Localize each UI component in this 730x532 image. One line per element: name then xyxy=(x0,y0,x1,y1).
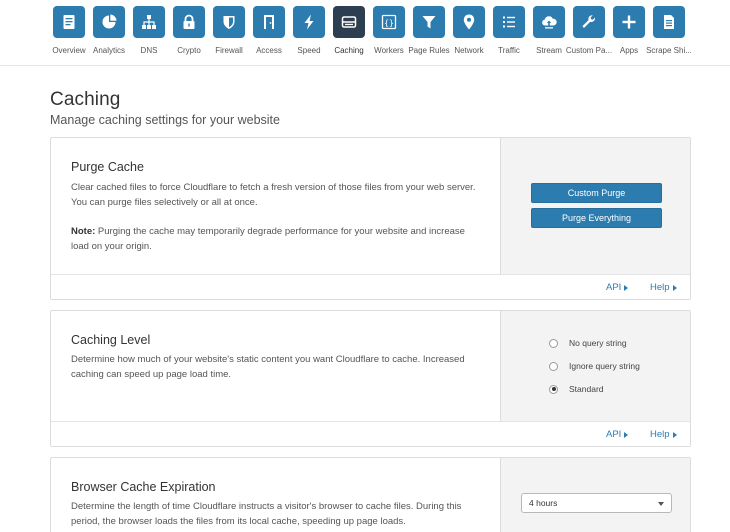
caching-level-description: Determine how much of your website's sta… xyxy=(71,354,465,380)
door-icon xyxy=(253,6,285,38)
purge-cache-footer: API Help xyxy=(51,274,690,299)
location-pin-icon xyxy=(453,6,485,38)
help-link-label: Help xyxy=(650,429,670,440)
nav-item-scrape-shield[interactable]: Scrape Shi... xyxy=(646,6,692,55)
purge-cache-actions: Custom Purge Purge Everything xyxy=(500,138,690,275)
caching-level-footer: API Help xyxy=(51,421,690,446)
chevron-down-icon xyxy=(658,502,664,506)
radio-label: Ignore query string xyxy=(569,361,640,371)
radio-label: No query string xyxy=(569,338,627,348)
select-value: 4 hours xyxy=(529,498,558,508)
help-link[interactable]: Help xyxy=(650,429,677,440)
browser-cache-card: Browser Cache Expiration Determine the l… xyxy=(50,457,691,532)
purge-everything-button[interactable]: Purge Everything xyxy=(531,208,662,228)
lock-icon xyxy=(173,6,205,38)
code-braces-icon: {} xyxy=(373,6,405,38)
api-link[interactable]: API xyxy=(606,429,629,440)
cloud-upload-icon xyxy=(533,6,565,38)
caret-right-icon xyxy=(624,431,629,438)
svg-text:{}: {} xyxy=(384,18,394,27)
shield-icon xyxy=(213,6,245,38)
radio-standard[interactable]: Standard xyxy=(549,384,604,394)
caret-right-icon xyxy=(672,284,677,291)
radio-button-checked[interactable] xyxy=(549,384,558,394)
caching-level-content: Caching Level Determine how much of your… xyxy=(51,311,500,422)
purge-cache-description: Clear cached files to force Cloudflare t… xyxy=(71,182,476,208)
api-link[interactable]: API xyxy=(606,282,629,293)
browser-cache-content: Browser Cache Expiration Determine the l… xyxy=(51,458,500,532)
page-subtitle: Manage caching settings for your website xyxy=(50,113,280,127)
radio-button[interactable] xyxy=(549,338,558,348)
browser-cache-title: Browser Cache Expiration xyxy=(71,480,216,494)
api-link-label: API xyxy=(606,282,622,293)
top-navigation: Overview Analytics DNS Crypto Firewall A… xyxy=(0,0,730,66)
page-title: Caching xyxy=(50,89,121,110)
browser-cache-description: Determine the length of time Cloudflare … xyxy=(71,501,462,527)
help-link-label: Help xyxy=(650,282,670,293)
purge-cache-content: Purge Cache Clear cached files to force … xyxy=(51,138,500,275)
api-link-label: API xyxy=(606,429,622,440)
caching-level-options: No query string Ignore query string Stan… xyxy=(500,311,690,422)
lightning-icon xyxy=(293,6,325,38)
wrench-icon xyxy=(573,6,605,38)
document-icon xyxy=(653,6,685,38)
note-label: Note: xyxy=(71,226,96,237)
caching-level-card: Caching Level Determine how much of your… xyxy=(50,310,691,447)
browser-cache-ttl-select[interactable]: 4 hours xyxy=(521,493,672,513)
purge-cache-title: Purge Cache xyxy=(71,160,144,174)
dns-icon xyxy=(133,6,165,38)
list-icon xyxy=(493,6,525,38)
radio-ignore-query-string[interactable]: Ignore query string xyxy=(549,361,640,371)
plus-icon xyxy=(613,6,645,38)
help-link[interactable]: Help xyxy=(650,282,677,293)
caret-right-icon xyxy=(624,284,629,291)
radio-label: Standard xyxy=(569,384,604,394)
nav-label: Scrape Shi... xyxy=(646,46,692,55)
caching-level-title: Caching Level xyxy=(71,333,151,347)
purge-cache-note: Note: Purging the cache may temporarily … xyxy=(71,224,476,254)
server-icon xyxy=(333,6,365,38)
custom-purge-button[interactable]: Custom Purge xyxy=(531,183,662,203)
caret-right-icon xyxy=(672,431,677,438)
analytics-icon xyxy=(93,6,125,38)
purge-cache-card: Purge Cache Clear cached files to force … xyxy=(50,137,691,300)
radio-no-query-string[interactable]: No query string xyxy=(549,338,627,348)
filter-icon xyxy=(413,6,445,38)
browser-cache-setting: 4 hours xyxy=(500,458,690,532)
note-text: Purging the cache may temporarily degrad… xyxy=(71,226,465,252)
radio-button[interactable] xyxy=(549,361,558,371)
overview-icon xyxy=(53,6,85,38)
